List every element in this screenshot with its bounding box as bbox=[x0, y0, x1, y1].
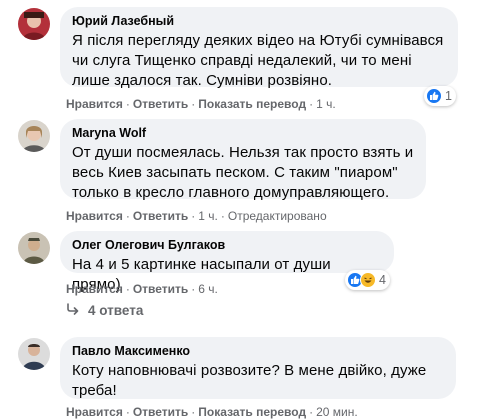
translate-link[interactable]: Показать перевод bbox=[198, 97, 306, 111]
reply-arrow-icon bbox=[66, 303, 80, 318]
comment-bubble: Олег Олегович Булгаков На 4 и 5 картинке… bbox=[60, 231, 394, 293]
comment-actions: Нравится · Ответить · 1 ч. · Отредактировано bbox=[66, 209, 327, 223]
comment-text-line: весь Киев засыпать песком. С таким "пиар… bbox=[72, 164, 398, 181]
separator: · bbox=[125, 209, 130, 223]
timestamp[interactable]: 1 ч. bbox=[198, 209, 218, 223]
reply-link[interactable]: Ответить bbox=[133, 282, 188, 296]
like-link[interactable]: Нравится bbox=[66, 97, 123, 111]
view-replies-link[interactable]: 4 ответа bbox=[66, 303, 143, 318]
separator: · bbox=[309, 97, 314, 111]
separator: · bbox=[191, 97, 196, 111]
like-link[interactable]: Нравится bbox=[66, 282, 123, 296]
like-link[interactable]: Нравится bbox=[66, 209, 123, 223]
separator: · bbox=[191, 209, 196, 223]
timestamp[interactable]: 6 ч. bbox=[198, 282, 218, 296]
comment-author[interactable]: Павло Максименко bbox=[72, 343, 444, 359]
reactions-summary[interactable]: 1 bbox=[424, 86, 456, 106]
comment-author[interactable]: Олег Олегович Булгаков bbox=[72, 237, 382, 253]
comment-text-line: только в кресло главного домуправляющего… bbox=[72, 184, 390, 201]
comment-text-line: треба! bbox=[72, 382, 117, 399]
comment-actions: Нравится · Ответить · 6 ч. bbox=[66, 282, 218, 296]
comment-bubble: Maryna Wolf От души посмеялась. Нельзя т… bbox=[60, 119, 426, 201]
replies-count-label[interactable]: 4 ответа bbox=[88, 303, 143, 318]
reaction-count: 1 bbox=[445, 89, 452, 103]
reaction-count: 4 bbox=[379, 273, 386, 287]
comment-text-line: чи слуга Тищенко справді недалекий, чи т… bbox=[72, 52, 412, 69]
edited-label[interactable]: Отредактировано bbox=[228, 209, 327, 223]
comment-text-line: лише здалося так. Сумніви розвіяно. bbox=[72, 72, 333, 89]
avatar[interactable] bbox=[18, 120, 50, 152]
separator: · bbox=[191, 282, 196, 296]
comment-bubble: Юрий Лазебный Я після перегляду деяких в… bbox=[60, 7, 458, 89]
comment-text-line: От души посмеялась. Нельзя так просто вз… bbox=[72, 144, 414, 161]
comment-author[interactable]: Maryna Wolf bbox=[72, 125, 414, 141]
avatar[interactable] bbox=[18, 8, 50, 40]
reply-link[interactable]: Ответить bbox=[133, 209, 188, 223]
comment-author[interactable]: Юрий Лазебный bbox=[72, 13, 446, 29]
comment-bubble: Павло Максименко Коту наповнювачі розвоз… bbox=[60, 337, 456, 399]
separator: · bbox=[220, 209, 225, 223]
avatar[interactable] bbox=[18, 338, 50, 370]
comment-text-line: Коту наповнювачі розвозите? В мене двійк… bbox=[72, 362, 427, 379]
separator: · bbox=[125, 97, 130, 111]
separator: · bbox=[125, 282, 130, 296]
comment-text-line: Я після перегляду деяких відео на Ютубі … bbox=[72, 32, 444, 49]
timestamp[interactable]: 1 ч. bbox=[316, 97, 336, 111]
thumbs-up-icon bbox=[426, 88, 442, 104]
reply-link[interactable]: Ответить bbox=[133, 97, 188, 111]
avatar[interactable] bbox=[18, 232, 50, 264]
reactions-summary[interactable]: 4 bbox=[345, 270, 390, 290]
comment-actions: Нравится · Ответить · Показать перевод · 1 ч. bbox=[66, 97, 336, 111]
haha-icon bbox=[360, 272, 376, 288]
